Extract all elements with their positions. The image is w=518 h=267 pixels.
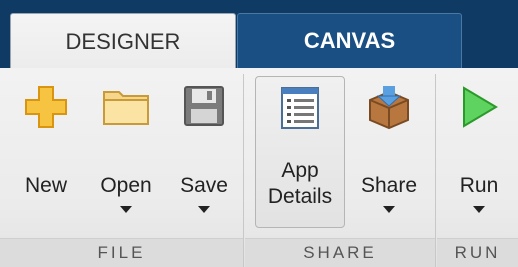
share-button[interactable]: Share bbox=[349, 76, 429, 236]
app-details-button[interactable]: App Details bbox=[255, 76, 345, 228]
save-dropdown-caret-icon[interactable] bbox=[198, 206, 210, 213]
run-section: Run RUN bbox=[437, 68, 518, 267]
app-details-icon bbox=[279, 85, 321, 136]
run-button[interactable]: Run bbox=[441, 76, 517, 236]
run-button-label: Run bbox=[459, 174, 499, 197]
tab-designer[interactable]: DESIGNER bbox=[10, 13, 236, 69]
open-dropdown-caret-icon[interactable] bbox=[120, 206, 132, 213]
play-icon bbox=[458, 84, 500, 135]
run-section-label: RUN bbox=[437, 238, 518, 267]
section-divider bbox=[435, 74, 436, 267]
open-button[interactable]: Open bbox=[88, 76, 164, 236]
share-section: App Details Share SHARE bbox=[245, 68, 435, 267]
run-dropdown-caret-icon[interactable] bbox=[473, 206, 485, 213]
app-details-label-line2: Details bbox=[267, 185, 333, 208]
save-button[interactable]: Save bbox=[166, 76, 242, 236]
share-dropdown-caret-icon[interactable] bbox=[383, 206, 395, 213]
app-details-label-line1: App bbox=[281, 159, 319, 182]
new-button-label: New bbox=[24, 174, 67, 197]
package-share-icon bbox=[366, 84, 412, 135]
open-button-label: Open bbox=[100, 174, 152, 197]
floppy-disk-icon bbox=[182, 84, 226, 133]
save-button-label: Save bbox=[180, 174, 228, 197]
tab-canvas[interactable]: CANVAS bbox=[237, 13, 462, 68]
toolstrip-tab-bar: DESIGNER CANVAS bbox=[0, 0, 518, 69]
section-divider bbox=[243, 74, 244, 267]
file-section: New Open Save FILE bbox=[0, 68, 243, 267]
toolstrip-ribbon: New Open Save FILE App Details Share SHA… bbox=[0, 68, 518, 267]
new-button[interactable]: New bbox=[8, 76, 84, 236]
share-button-label: Share bbox=[360, 174, 418, 197]
plus-icon bbox=[23, 84, 69, 135]
folder-icon bbox=[101, 84, 151, 133]
share-section-label: SHARE bbox=[245, 238, 435, 267]
file-section-label: FILE bbox=[0, 238, 243, 267]
